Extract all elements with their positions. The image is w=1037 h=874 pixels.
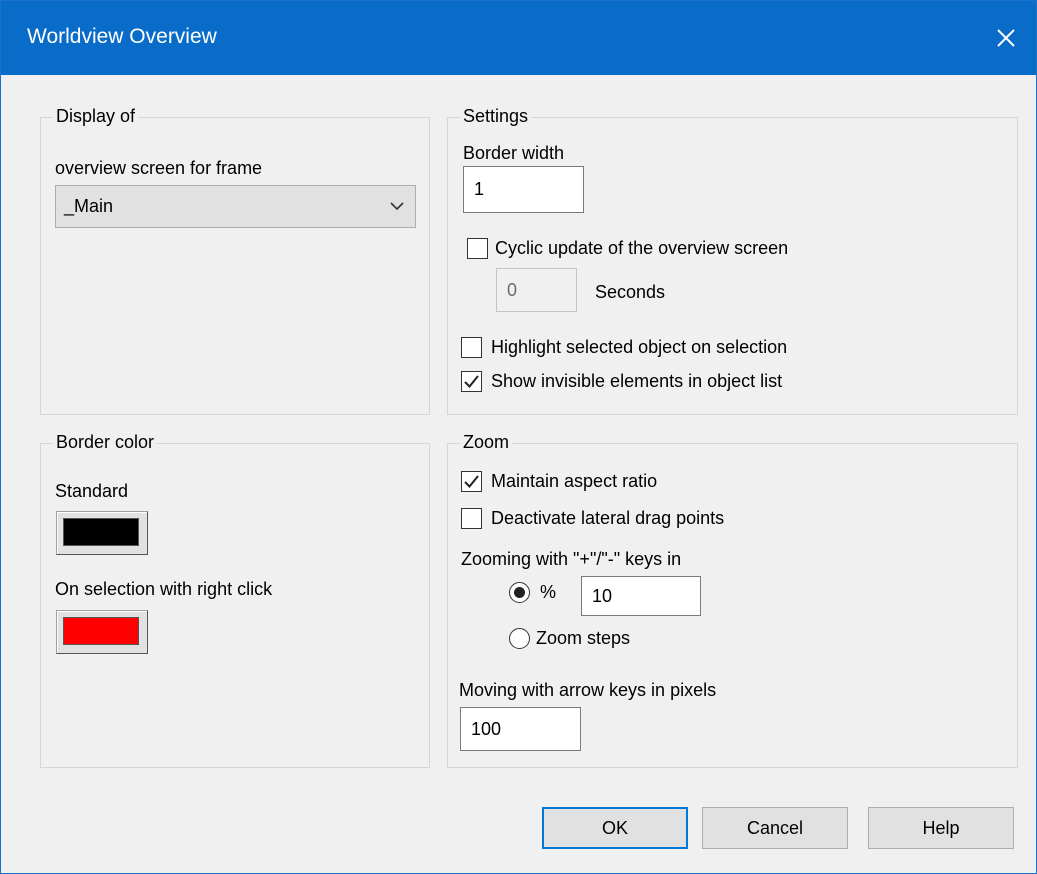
seconds-input[interactable]: 0 [496, 268, 577, 312]
cyclic-update-checkbox[interactable] [467, 238, 488, 259]
border-width-value: 1 [474, 179, 485, 199]
standard-color-label: Standard [55, 481, 129, 501]
maintain-aspect-checkbox[interactable] [461, 471, 482, 492]
moving-value: 100 [471, 718, 502, 739]
zoom-steps-radio[interactable] [509, 628, 530, 649]
highlight-selected-checkbox[interactable] [461, 337, 482, 358]
percent-radio[interactable] [509, 582, 530, 603]
close-button[interactable] [976, 1, 1036, 75]
cancel-button[interactable]: Cancel [702, 807, 848, 849]
standard-color-swatch [63, 518, 139, 546]
cancel-button-label: Cancel [746, 817, 804, 838]
seconds-label: Seconds [595, 282, 666, 302]
show-invisible-checkbox[interactable] [461, 371, 482, 392]
title-bar[interactable]: Worldview Overview [1, 1, 1036, 75]
border-width-input[interactable]: 1 [463, 166, 584, 213]
display-of-group-label: Display of [53, 106, 139, 127]
percent-radio-label[interactable]: % [540, 582, 556, 603]
show-invisible-label[interactable]: Show invisible elements in object list [491, 371, 782, 392]
frame-select-value: _Main [64, 196, 114, 216]
selection-color-label: On selection with right click [55, 579, 273, 599]
maintain-aspect-label[interactable]: Maintain aspect ratio [491, 471, 657, 492]
ok-button[interactable]: OK [542, 807, 688, 849]
deactivate-drag-label[interactable]: Deactivate lateral drag points [491, 508, 724, 529]
radio-selected-dot [514, 587, 525, 598]
border-width-label: Border width [463, 143, 565, 163]
cyclic-update-label[interactable]: Cyclic update of the overview screen [495, 238, 788, 259]
zoom-steps-label[interactable]: Zoom steps [536, 628, 630, 649]
deactivate-drag-checkbox[interactable] [461, 508, 482, 529]
checkmark-icon [464, 375, 479, 388]
selection-color-swatch [63, 617, 139, 645]
dialog-window: Worldview Overview Display of overview s… [0, 0, 1037, 874]
border-color-group-label: Border color [53, 432, 158, 453]
percent-input[interactable]: 10 [581, 576, 701, 616]
frame-select[interactable]: _Main [55, 185, 416, 228]
help-button-label: Help [922, 817, 960, 838]
seconds-value: 0 [507, 279, 518, 300]
help-button[interactable]: Help [868, 807, 1014, 849]
selection-color-button[interactable] [56, 610, 148, 654]
chevron-down-icon [390, 202, 404, 211]
highlight-selected-label[interactable]: Highlight selected object on selection [491, 337, 787, 358]
standard-color-button[interactable] [56, 511, 148, 555]
zoom-group-label: Zoom [460, 432, 513, 453]
window-title: Worldview Overview [27, 25, 217, 48]
checkmark-icon [464, 475, 479, 488]
zooming-label: Zooming with "+"/"-" keys in [461, 549, 682, 569]
settings-group-label: Settings [460, 106, 532, 127]
ok-button-label: OK [601, 817, 628, 838]
moving-label: Moving with arrow keys in pixels [459, 680, 717, 700]
moving-input[interactable]: 100 [460, 707, 581, 751]
close-icon [997, 29, 1015, 47]
frame-label: overview screen for frame [55, 158, 263, 178]
percent-value: 10 [592, 585, 613, 606]
